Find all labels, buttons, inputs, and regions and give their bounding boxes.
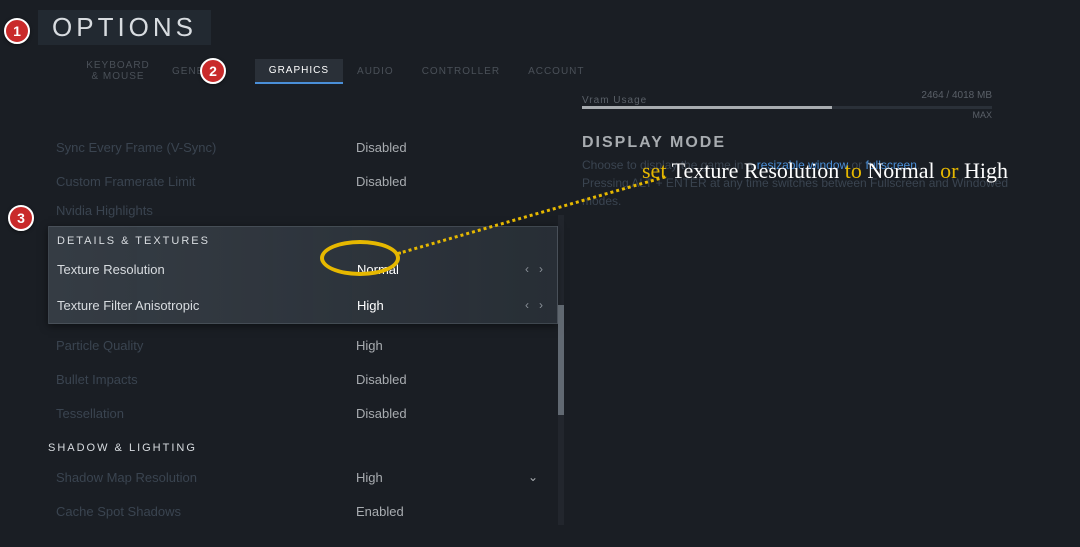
tab-account[interactable]: ACCOUNT <box>514 60 598 83</box>
section-header: SHADOW & LIGHTING <box>48 434 558 460</box>
setting-value: Disabled <box>356 372 407 387</box>
vram-max-label: MAX <box>972 110 992 120</box>
chevron-right-icon[interactable]: › <box>539 298 543 312</box>
setting-value: High <box>357 298 384 313</box>
arrow-controls: ‹ › <box>525 262 543 276</box>
setting-custom-framerate[interactable]: Custom Framerate Limit Disabled <box>48 164 558 198</box>
setting-cache-spot[interactable]: Cache Spot Shadows Enabled <box>48 494 558 528</box>
setting-value: Disabled <box>356 140 407 155</box>
page-title: OPTIONS <box>52 12 197 43</box>
setting-nvidia-highlights[interactable]: Nvidia Highlights <box>48 198 558 222</box>
annotation-oval <box>320 240 400 276</box>
title-bar: OPTIONS <box>38 10 211 45</box>
setting-label: Particle Quality <box>56 338 356 353</box>
chevron-left-icon[interactable]: ‹ <box>525 298 529 312</box>
setting-label: Cache Spot Shadows <box>56 504 356 519</box>
chevron-left-icon[interactable]: ‹ <box>525 262 529 276</box>
setting-value: Disabled <box>356 174 407 189</box>
setting-label: Custom Framerate Limit <box>56 174 356 189</box>
chevron-down-icon[interactable]: ⌄ <box>528 470 538 484</box>
info-panel: Vram Usage 2464 / 4018 MB MAX DISPLAY MO… <box>582 90 1022 108</box>
annotation-word: High <box>964 158 1008 183</box>
setting-value: High <box>356 338 383 353</box>
annotation-word: Normal <box>867 158 934 183</box>
tab-graphics[interactable]: GRAPHICS <box>255 59 343 84</box>
annotation-word: or <box>940 158 958 183</box>
tab-audio[interactable]: AUDIO <box>343 60 408 83</box>
annotation-word: to <box>845 158 862 183</box>
setting-label: Bullet Impacts <box>56 372 356 387</box>
setting-label: Tessellation <box>56 406 356 421</box>
scrollbar-track[interactable] <box>558 215 564 525</box>
tabs-container: KEYBOARD & MOUSE GENERAL GRAPHICS AUDIO … <box>78 58 599 84</box>
vram-bar <box>582 106 992 109</box>
vram-value: 2464 / 4018 MB <box>921 90 992 101</box>
annotation-word: Texture Resolution <box>672 158 840 183</box>
tab-controller[interactable]: CONTROLLER <box>408 60 514 83</box>
tab-keyboard-mouse[interactable]: KEYBOARD & MOUSE <box>78 58 158 84</box>
setting-texture-resolution[interactable]: Texture Resolution Normal ‹ › <box>49 251 557 287</box>
setting-texture-filter[interactable]: Texture Filter Anisotropic High ‹ › <box>49 287 557 323</box>
setting-particle-quality[interactable]: Particle Quality High <box>48 328 558 362</box>
arrow-controls: ‹ › <box>525 298 543 312</box>
setting-value: Enabled <box>356 504 404 519</box>
display-mode-title: DISPLAY MODE <box>582 134 726 152</box>
annotation-callout: set Texture Resolution to Normal or High <box>642 158 1008 184</box>
setting-value: High <box>356 470 383 485</box>
setting-label: Sync Every Frame (V-Sync) <box>56 140 356 155</box>
settings-panel: Sync Every Frame (V-Sync) Disabled Custo… <box>48 130 558 528</box>
setting-label: Nvidia Highlights <box>56 203 356 218</box>
vram-fill <box>582 106 832 109</box>
setting-shadow-map[interactable]: Shadow Map Resolution High ⌄ <box>48 460 558 494</box>
chevron-right-icon[interactable]: › <box>539 262 543 276</box>
details-textures-section: DETAILS & TEXTURES Texture Resolution No… <box>48 226 558 324</box>
annotation-badge-2: 2 <box>200 58 226 84</box>
vram-label: Vram Usage <box>582 95 647 106</box>
setting-tessellation[interactable]: Tessellation Disabled <box>48 396 558 430</box>
annotation-badge-3: 3 <box>8 205 34 231</box>
scrollbar-thumb[interactable] <box>558 305 564 415</box>
setting-bullet-impacts[interactable]: Bullet Impacts Disabled <box>48 362 558 396</box>
setting-value: Disabled <box>356 406 407 421</box>
setting-label: Texture Filter Anisotropic <box>57 298 357 313</box>
setting-label: Texture Resolution <box>57 262 357 277</box>
annotation-badge-1: 1 <box>4 18 30 44</box>
setting-label: Shadow Map Resolution <box>56 470 356 485</box>
setting-sync-every-frame[interactable]: Sync Every Frame (V-Sync) Disabled <box>48 130 558 164</box>
